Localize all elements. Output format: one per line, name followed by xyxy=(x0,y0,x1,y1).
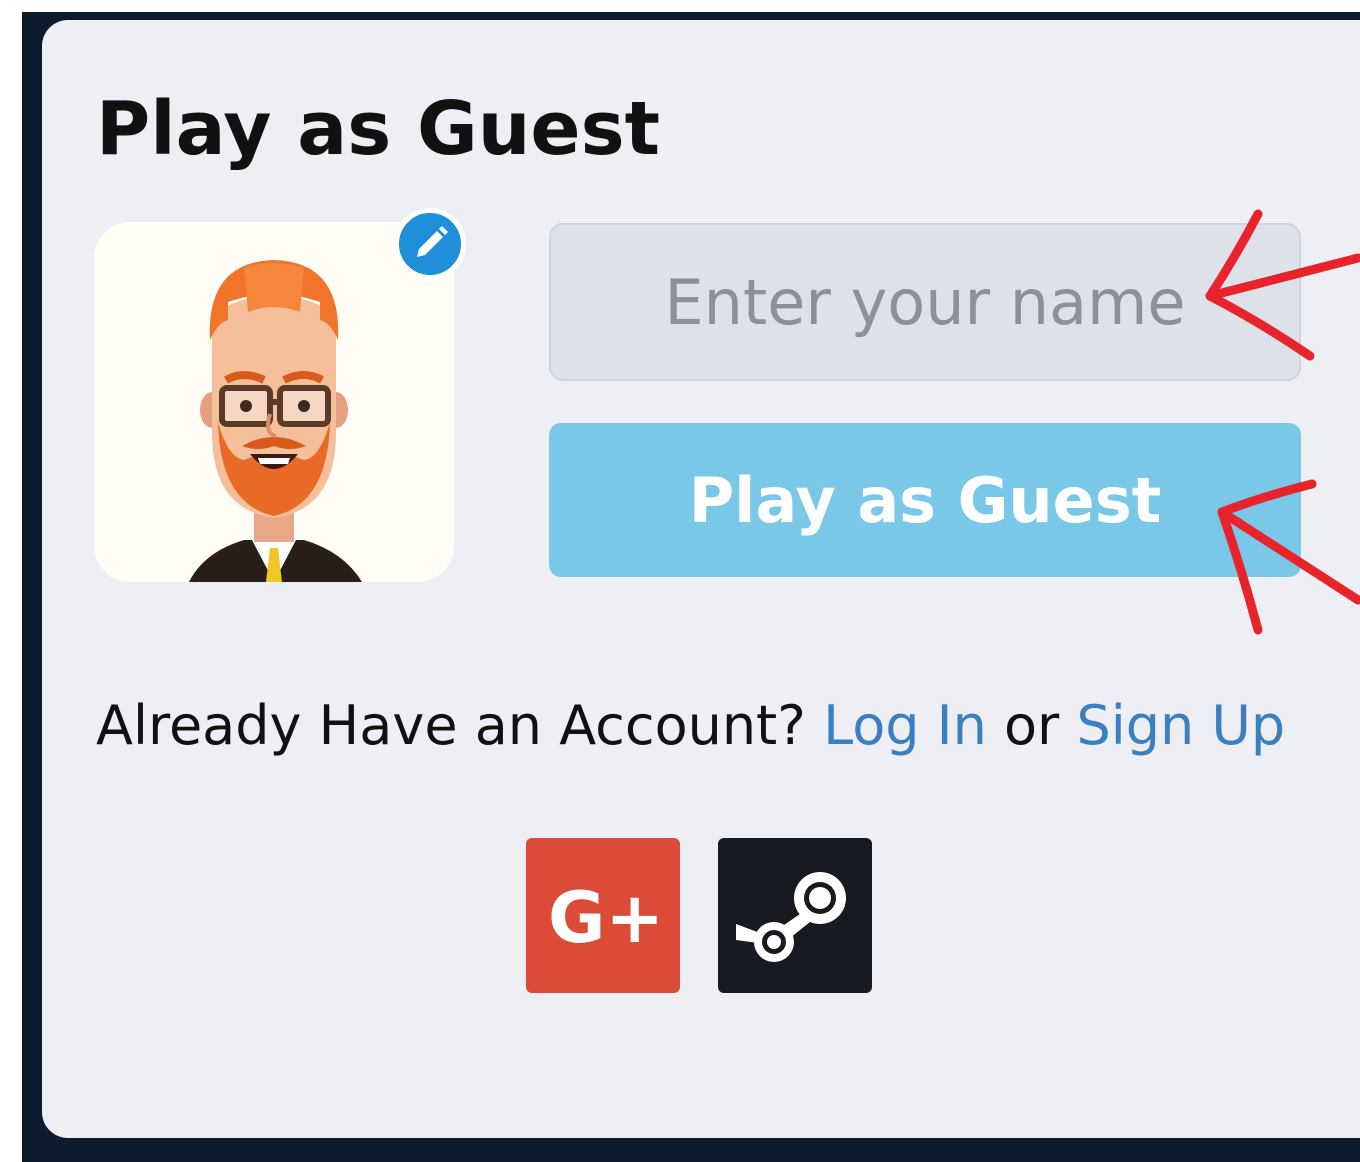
login-link[interactable]: Log In xyxy=(823,694,987,757)
account-prompt: Already Have an Account? Log In or Sign … xyxy=(96,694,1285,759)
google-plus-label: G+ xyxy=(548,877,664,959)
panel-title: Play as Guest xyxy=(96,86,661,172)
edit-avatar-button[interactable] xyxy=(394,208,466,280)
steam-button[interactable] xyxy=(718,838,872,993)
google-plus-button[interactable]: G+ xyxy=(526,838,680,993)
cartoon-man-avatar-icon xyxy=(189,260,362,582)
avatar[interactable] xyxy=(94,222,454,582)
google-plus-icon: G+ xyxy=(548,877,664,959)
account-prompt-text: Already Have an Account? xyxy=(96,694,806,757)
name-input[interactable] xyxy=(549,223,1301,381)
signup-link[interactable]: Sign Up xyxy=(1076,694,1285,757)
steam-icon xyxy=(736,872,846,962)
or-text: or xyxy=(1004,694,1060,757)
pencil-icon xyxy=(417,226,448,257)
play-as-guest-button[interactable]: Play as Guest xyxy=(549,423,1301,577)
